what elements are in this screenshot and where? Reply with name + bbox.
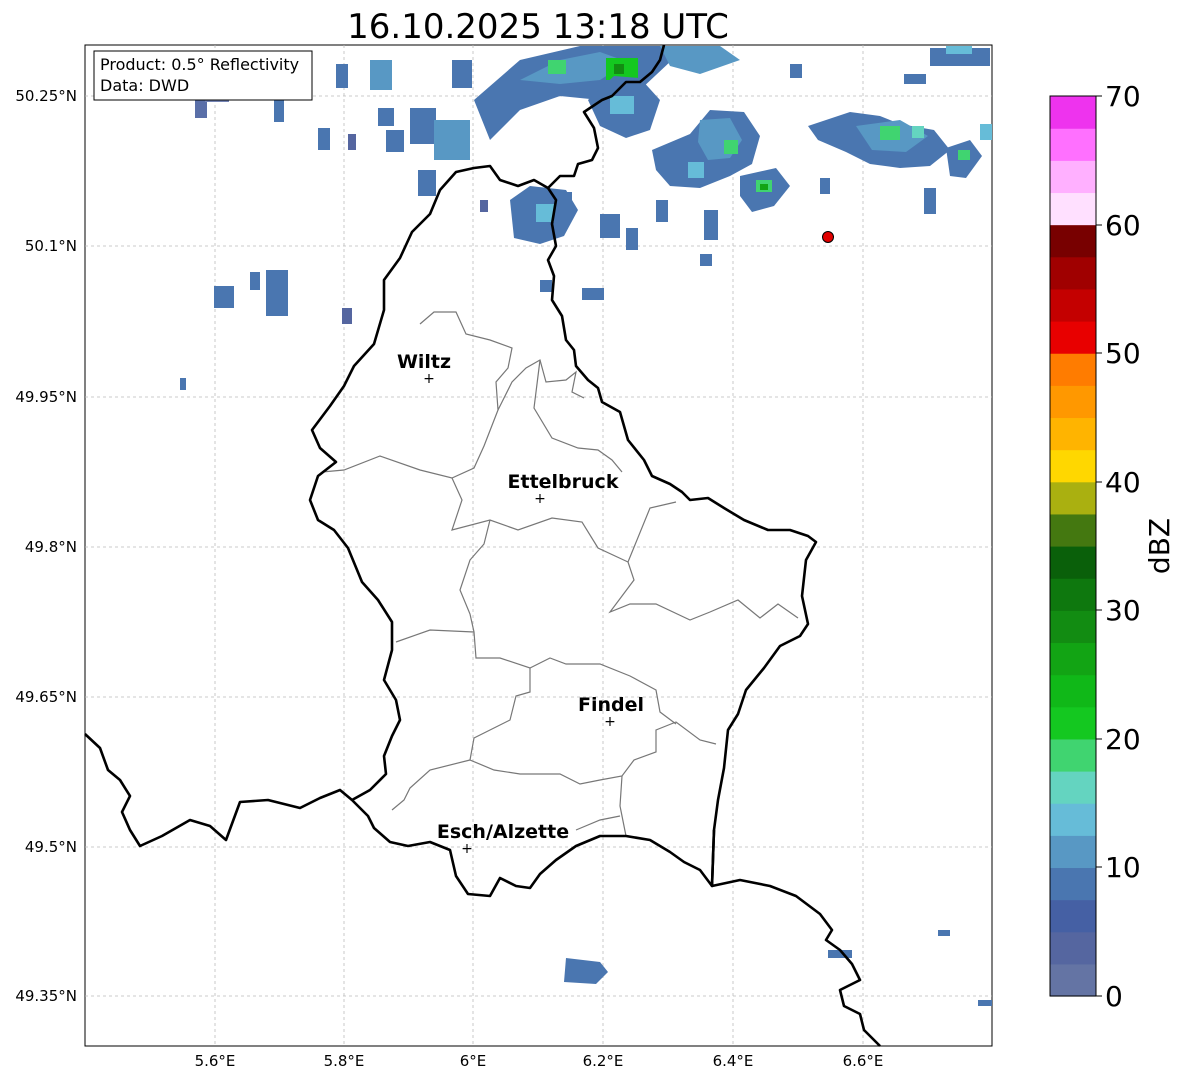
colorbar-swatch bbox=[1050, 642, 1096, 676]
colorbar-swatch bbox=[1050, 288, 1096, 322]
data-source-label: Data: DWD bbox=[100, 76, 189, 95]
lat-tick: 49.65°N bbox=[15, 688, 77, 706]
colorbar-swatch bbox=[1050, 321, 1096, 354]
city-label: Esch/Alzette bbox=[437, 821, 569, 843]
lat-tick: 49.95°N bbox=[15, 388, 77, 406]
city-label: Findel bbox=[578, 694, 644, 716]
colorbar-swatch bbox=[1050, 449, 1096, 483]
city-label: Wiltz bbox=[397, 351, 451, 373]
city-plus-icon: + bbox=[461, 841, 473, 857]
colorbar-swatch bbox=[1050, 160, 1096, 194]
city-plus-icon: + bbox=[604, 714, 616, 730]
colorbar-swatch bbox=[1050, 610, 1096, 644]
colorbar-tick-label: 30 bbox=[1105, 594, 1141, 627]
product-info-box: Product: 0.5° Reflectivity Data: DWD bbox=[93, 50, 313, 101]
lon-tick: 5.8°E bbox=[324, 1052, 365, 1070]
colorbar-tick-label: 10 bbox=[1105, 851, 1141, 884]
colorbar-tick-label: 50 bbox=[1105, 337, 1141, 370]
lat-tick: 50.25°N bbox=[15, 87, 77, 105]
colorbar-tick-label: 0 bbox=[1105, 980, 1123, 1013]
colorbar-swatch bbox=[1050, 353, 1096, 386]
colorbar: 0 10 20 30 40 50 60 70 dBZ bbox=[1049, 80, 1176, 1013]
colorbar-swatch bbox=[1050, 674, 1096, 708]
colorbar-swatch bbox=[1050, 803, 1096, 836]
lon-tick: 6.6°E bbox=[843, 1052, 884, 1070]
lon-tick-labels: 5.6°E 5.8°E 6°E 6.2°E 6.4°E 6.6°E bbox=[195, 1052, 884, 1070]
colorbar-swatches bbox=[1050, 96, 1096, 997]
product-label: Product: 0.5° Reflectivity bbox=[100, 55, 299, 74]
lat-tick: 50.1°N bbox=[25, 237, 77, 255]
radar-map-figure: 16.10.2025 13:18 UTC Wiltz + Ettelbruck … bbox=[15, 7, 1176, 1070]
colorbar-swatch bbox=[1050, 931, 1096, 965]
lon-tick: 6.2°E bbox=[583, 1052, 624, 1070]
colorbar-ticks bbox=[1096, 95, 1102, 997]
colorbar-swatch bbox=[1050, 513, 1096, 547]
colorbar-swatch bbox=[1050, 128, 1096, 161]
colorbar-swatch bbox=[1050, 835, 1096, 869]
colorbar-swatch bbox=[1050, 96, 1096, 129]
lat-tick: 49.35°N bbox=[15, 987, 77, 1005]
colorbar-swatch bbox=[1050, 771, 1096, 804]
colorbar-swatch bbox=[1050, 963, 1096, 997]
colorbar-swatch bbox=[1050, 867, 1096, 901]
colorbar-label: dBZ bbox=[1143, 518, 1176, 574]
city-plus-icon: + bbox=[423, 371, 435, 387]
colorbar-tick-label: 40 bbox=[1105, 466, 1141, 499]
city-label: Ettelbruck bbox=[508, 471, 619, 493]
location-marker bbox=[822, 231, 834, 243]
lat-tick-labels: 50.25°N 50.1°N 49.95°N 49.8°N 49.65°N 49… bbox=[15, 87, 77, 1005]
colorbar-swatch bbox=[1050, 899, 1096, 933]
colorbar-tick-label: 70 bbox=[1105, 80, 1141, 113]
colorbar-swatch bbox=[1050, 192, 1096, 226]
colorbar-swatch bbox=[1050, 578, 1096, 611]
colorbar-swatch bbox=[1050, 738, 1096, 772]
lon-tick: 5.6°E bbox=[195, 1052, 236, 1070]
lon-tick: 6.4°E bbox=[713, 1052, 754, 1070]
lat-tick: 49.8°N bbox=[25, 538, 77, 556]
colorbar-swatch bbox=[1050, 224, 1096, 258]
colorbar-swatch bbox=[1050, 481, 1096, 515]
lat-tick: 49.5°N bbox=[25, 838, 77, 856]
lon-tick: 6°E bbox=[460, 1052, 487, 1070]
city-plus-icon: + bbox=[534, 491, 546, 507]
colorbar-swatch bbox=[1050, 706, 1096, 740]
colorbar-swatch bbox=[1050, 385, 1096, 419]
colorbar-tick-label: 60 bbox=[1105, 209, 1141, 242]
colorbar-tick-label: 20 bbox=[1105, 723, 1141, 756]
colorbar-swatch bbox=[1050, 546, 1096, 579]
colorbar-swatch bbox=[1050, 256, 1096, 290]
colorbar-tick-labels: 0 10 20 30 40 50 60 70 bbox=[1105, 80, 1141, 1013]
map-title: 16.10.2025 13:18 UTC bbox=[347, 7, 729, 47]
colorbar-swatch bbox=[1050, 417, 1096, 451]
